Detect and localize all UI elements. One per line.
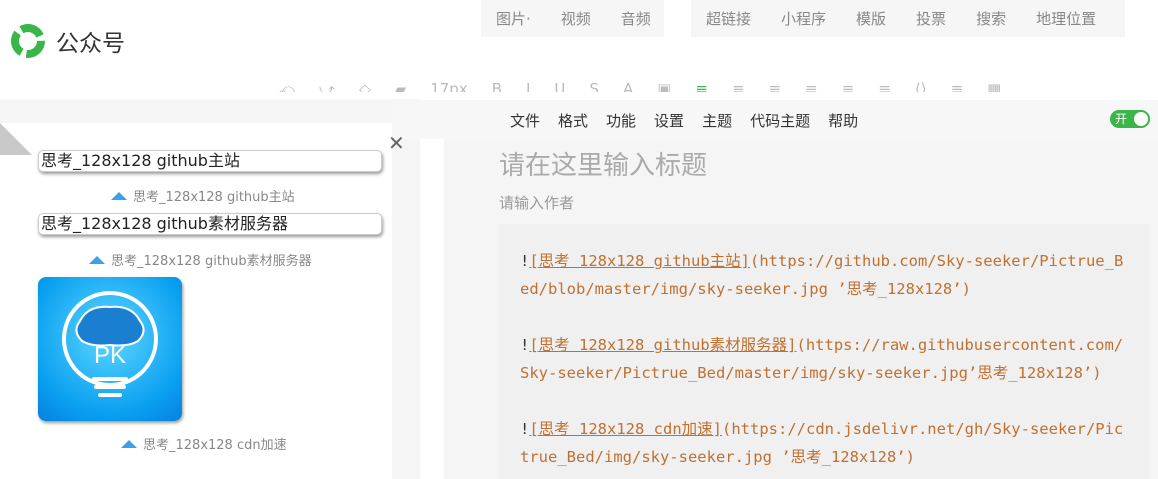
caption-triangle-icon (121, 439, 137, 448)
caption-triangle-icon (89, 255, 105, 264)
menu-theme[interactable]: 主题 (702, 110, 732, 131)
menu-help[interactable]: 帮助 (828, 110, 858, 131)
markdown-line-3: ![思考 128x128 cdn加速](https://cdn.jsdelivr… (520, 420, 1124, 466)
markdown-line-2: ![思考 128x128 github素材服务器](https://raw.gi… (520, 336, 1124, 382)
redo-icon[interactable]: ⤻ (319, 78, 335, 92)
link-text[interactable]: [思考 128x128 cdn加速] (529, 420, 722, 438)
app-name: 公众号 (56, 31, 125, 57)
editor-menu: 文件 格式 功能 设置 主题 代码主题 帮助 (510, 110, 858, 131)
menu-code-theme[interactable]: 代码主题 (750, 110, 810, 131)
align-left-icon[interactable]: ≡ (695, 78, 708, 92)
link-text[interactable]: [思考 128x128 github主站] (529, 252, 750, 270)
list-icon[interactable]: ≡ (878, 78, 891, 92)
menu-settings[interactable]: 设置 (654, 110, 684, 131)
font-size-select[interactable]: 17px (430, 78, 468, 92)
menu-function[interactable]: 功能 (606, 110, 636, 131)
menu-template[interactable]: 模版 (841, 8, 901, 29)
markdown-line-1: ![思考 128x128 github主站](https://github.co… (520, 252, 1124, 298)
line-height-icon[interactable]: ≡ (805, 78, 818, 92)
eraser-icon[interactable]: ◇ (359, 78, 371, 92)
menu-vote[interactable]: 投票 (901, 8, 961, 29)
image-caption-1: 思考_128x128 github主站 (111, 186, 295, 205)
brain-bulb-icon: PK (62, 291, 158, 397)
preview-corner-decoration (0, 123, 32, 155)
background-color-icon[interactable]: ▣ (657, 78, 671, 92)
app-logo: 公众号 (10, 23, 125, 59)
caption-text: 思考_128x128 github素材服务器 (111, 254, 312, 269)
author-input[interactable]: 请输入作者 (499, 192, 574, 213)
bold-icon[interactable]: B (492, 78, 502, 92)
menu-video[interactable]: 视频 (546, 8, 606, 29)
close-icon[interactable]: ✕ (388, 131, 405, 155)
image-caption-3: 思考_128x128 cdn加速 (121, 434, 287, 453)
indent-icon[interactable]: ≡ (842, 78, 855, 92)
media-menu: 图片· 视频 音频 (481, 0, 664, 37)
menu-image[interactable]: 图片· (481, 8, 546, 29)
broken-image-2: 思考_128x128 github素材服务器 (38, 213, 382, 235)
italic-icon[interactable]: I (526, 78, 530, 92)
insert-menu: 超链接 小程序 模版 投票 搜索 地理位置 (691, 0, 1125, 37)
link-text[interactable]: [思考 128x128 github素材服务器] (529, 336, 796, 354)
menu-location[interactable]: 地理位置 (1021, 8, 1111, 29)
pk-bulb-image: PK (38, 277, 182, 421)
menu-search[interactable]: 搜索 (961, 8, 1021, 29)
caption-text: 思考_128x128 cdn加速 (143, 438, 287, 453)
strikethrough-icon[interactable]: S (589, 78, 599, 92)
align-right-icon[interactable]: ≡ (769, 78, 782, 92)
preview-toggle[interactable]: 开 (1110, 110, 1150, 128)
font-color-icon[interactable]: A (623, 78, 633, 92)
title-input[interactable]: 请在这里输入标题 (499, 145, 707, 182)
pk-text: PK (94, 342, 126, 369)
align-center-icon[interactable]: ≡ (732, 78, 745, 92)
caption-text: 思考_128x128 github主站 (133, 190, 295, 205)
menu-miniprogram[interactable]: 小程序 (766, 8, 841, 29)
image-caption-2: 思考_128x128 github素材服务器 (89, 250, 312, 269)
code-icon[interactable]: ⟨⟩ (915, 78, 927, 92)
format-brush-icon[interactable]: ▰ (395, 78, 407, 92)
wechat-logo-icon (11, 24, 45, 58)
menu-format[interactable]: 格式 (558, 110, 588, 131)
caption-triangle-icon (111, 191, 127, 200)
paragraph-icon[interactable]: ≡ (951, 78, 964, 92)
undo-icon[interactable]: ⤺ (279, 78, 295, 92)
table-icon[interactable]: ▦ (987, 78, 1001, 92)
menu-hyperlink[interactable]: 超链接 (691, 8, 766, 29)
format-toolbar: ⤺ ⤻ ◇ ▰ 17px B I U S A ▣ ≡ ≡ ≡ ≡ ≡ ≡ ⟨⟩ … (265, 60, 1158, 92)
underline-icon[interactable]: U (554, 78, 565, 92)
broken-image-1: 思考_128x128 github主站 (38, 150, 382, 172)
menu-file[interactable]: 文件 (510, 110, 540, 131)
menu-audio[interactable]: 音频 (606, 8, 666, 29)
